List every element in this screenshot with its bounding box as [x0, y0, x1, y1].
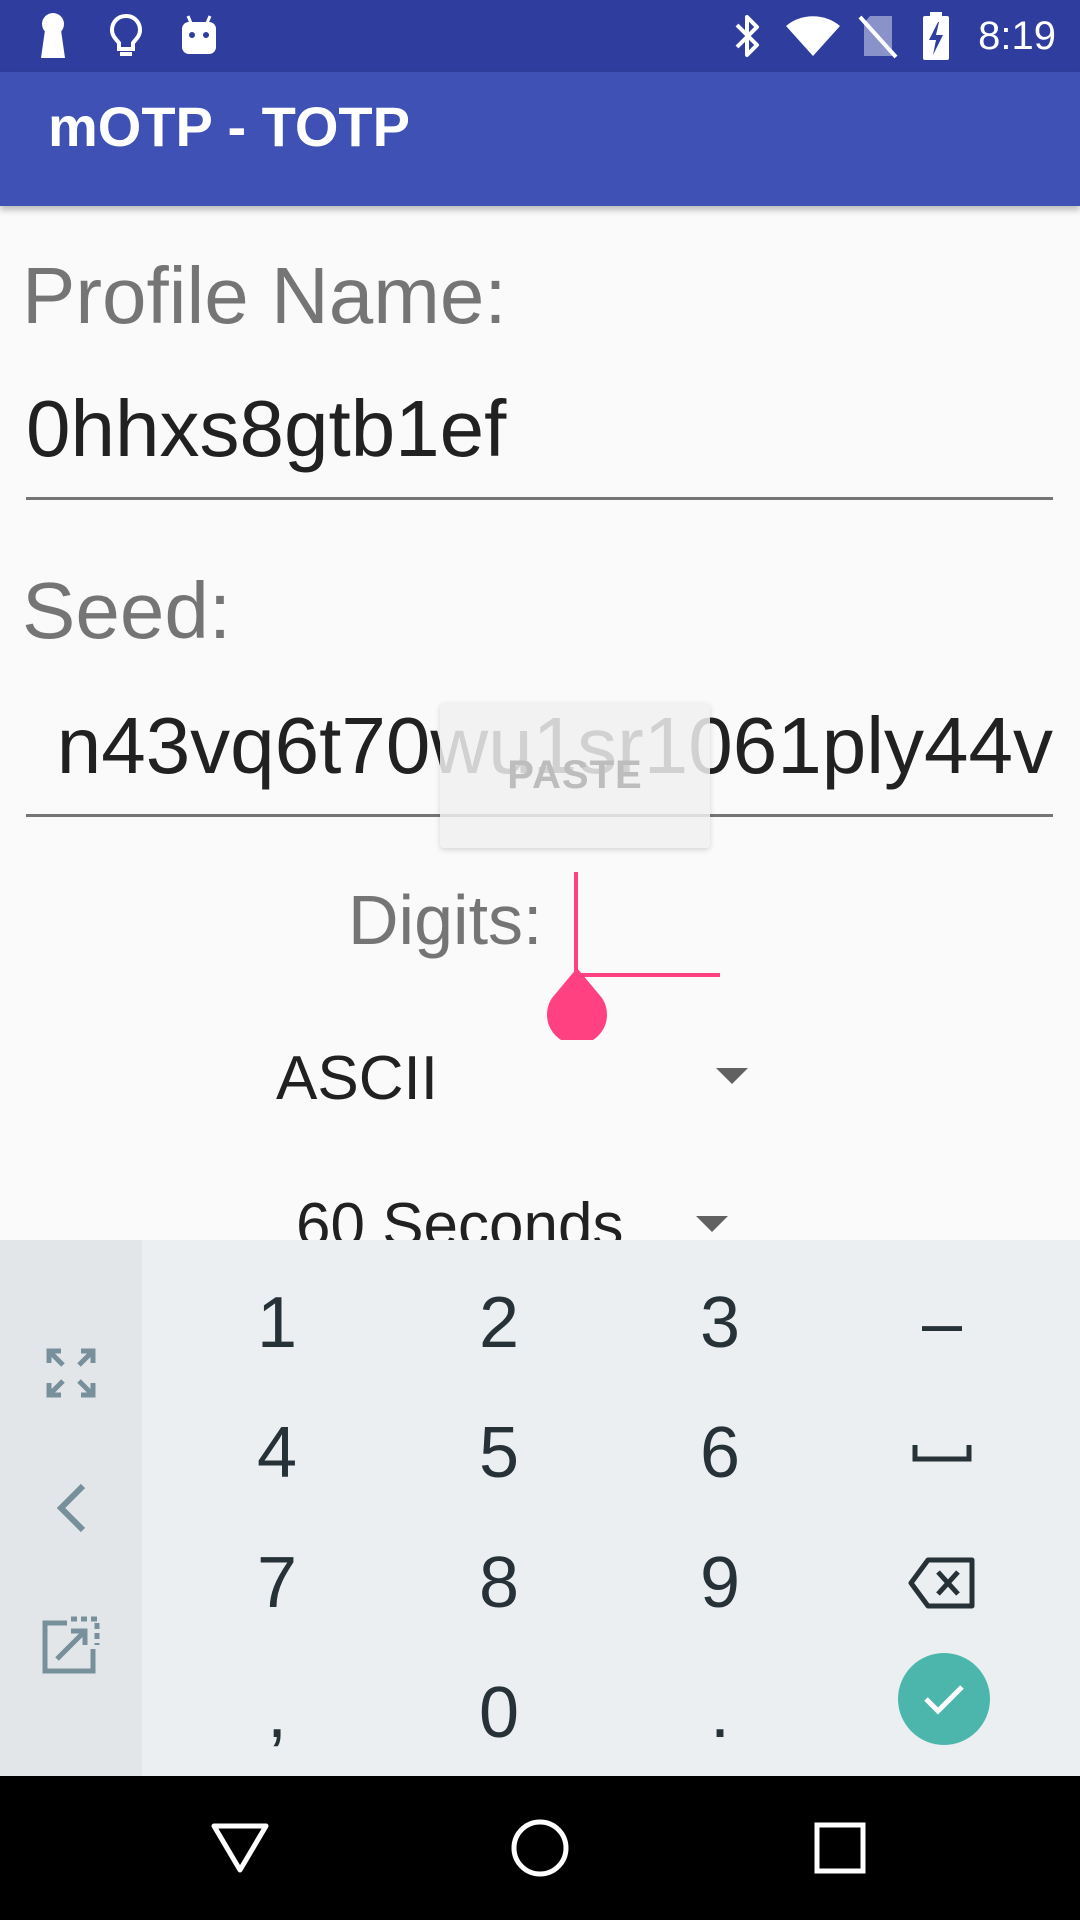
no-sim-icon — [856, 0, 900, 72]
back-arrow-icon[interactable] — [0, 1443, 142, 1573]
key-comma[interactable]: , — [177, 1648, 377, 1778]
recents-square-icon — [814, 1822, 866, 1874]
fullscreen-icon[interactable] — [0, 1308, 142, 1438]
key-backspace[interactable] — [842, 1518, 1042, 1648]
key-period[interactable]: . — [620, 1648, 820, 1778]
status-bar: 8:19 — [0, 0, 1080, 72]
seed-label: Seed: — [22, 566, 232, 655]
paste-button[interactable]: PASTE — [440, 703, 710, 848]
cursor-handle[interactable] — [546, 968, 608, 1040]
key-8[interactable]: 8 — [399, 1518, 599, 1648]
key-1[interactable]: 1 — [177, 1258, 377, 1388]
done-button[interactable] — [898, 1653, 990, 1745]
check-icon — [924, 1685, 964, 1715]
digits-label: Digits: — [348, 881, 543, 959]
profile-name-field[interactable]: 0hhxs8gtb1ef — [26, 390, 1053, 500]
space-icon — [912, 1445, 972, 1462]
back-triangle-icon — [211, 1823, 269, 1873]
dropdown-arrow-icon — [696, 1216, 728, 1232]
key-6[interactable]: 6 — [620, 1388, 820, 1518]
app-title: mOTP - TOTP — [48, 94, 410, 158]
profile-name-value: 0hhxs8gtb1ef — [26, 390, 507, 473]
popout-icon[interactable] — [0, 1580, 142, 1710]
key-space[interactable] — [842, 1388, 1042, 1518]
numeric-keyboard: 1 2 3 – 4 5 6 7 8 9 , 0 . — [0, 1240, 1080, 1776]
key-2[interactable]: 2 — [399, 1258, 599, 1388]
navigation-bar — [0, 1776, 1080, 1920]
android-icon — [178, 0, 220, 72]
keyhole-icon — [34, 0, 72, 72]
key-9[interactable]: 9 — [620, 1518, 820, 1648]
keyboard-side-panel — [0, 1240, 142, 1776]
nav-home-button[interactable] — [480, 1776, 600, 1920]
backspace-icon — [908, 1557, 975, 1609]
key-4[interactable]: 4 — [177, 1388, 377, 1518]
key-3[interactable]: 3 — [620, 1258, 820, 1388]
battery-charging-icon — [916, 0, 956, 72]
key-5[interactable]: 5 — [399, 1388, 599, 1518]
lightbulb-icon — [106, 0, 146, 72]
app-bar: mOTP - TOTP — [0, 72, 1080, 206]
nav-recents-button[interactable] — [780, 1776, 900, 1920]
key-minus[interactable]: – — [842, 1258, 1042, 1388]
nav-back-button[interactable] — [180, 1776, 300, 1920]
clock: 8:19 — [978, 13, 1056, 58]
home-circle-icon — [511, 1819, 569, 1877]
key-0[interactable]: 0 — [399, 1648, 599, 1778]
wifi-icon — [782, 0, 844, 72]
profile-name-label: Profile Name: — [22, 251, 507, 340]
dropdown-arrow-icon — [716, 1068, 748, 1084]
charset-value: ASCII — [276, 1044, 438, 1113]
key-7[interactable]: 7 — [177, 1518, 377, 1648]
text-cursor — [574, 872, 578, 974]
bluetooth-icon — [728, 0, 768, 72]
